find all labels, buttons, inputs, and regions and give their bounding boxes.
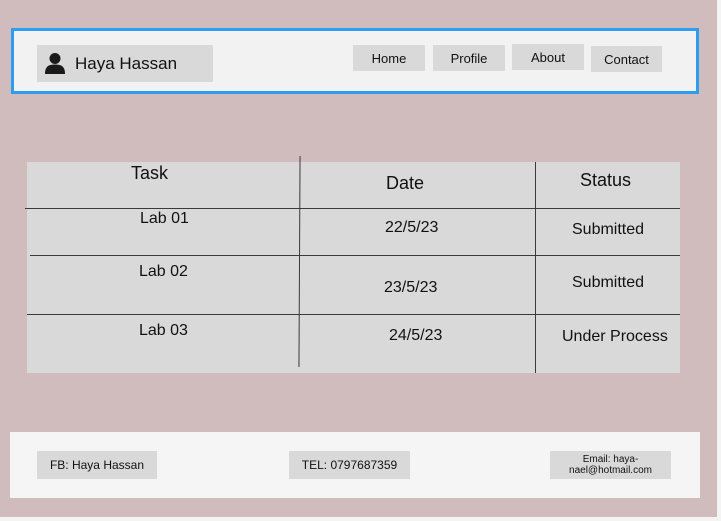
nav-about-button[interactable]: About [512,44,584,70]
footer-facebook[interactable]: FB: Haya Hassan [37,451,157,479]
task-cell: Lab 01 [140,210,189,227]
column-header-date: Date [386,173,425,193]
date-cell: 24/5/23 [389,327,443,344]
user-name: Haya Hassan [75,54,178,73]
column-header-task: Task [131,163,169,183]
column-divider [298,155,301,368]
status-cell: Under Process [562,328,668,345]
row-divider [30,255,680,256]
task-cell: Lab 02 [139,263,188,280]
task-table: Task Date Status Lab 01 22/5/23 Submitte… [25,155,680,373]
row-divider [27,314,680,315]
column-divider [535,162,536,373]
footer-phone[interactable]: TEL: 0797687359 [289,451,410,479]
page-edge-bottom [0,517,721,521]
nav-profile-button[interactable]: Profile [433,45,505,71]
task-cell: Lab 03 [139,322,188,339]
footer-bar: FB: Haya Hassan TEL: 0797687359 Email: h… [10,432,700,498]
date-cell: 22/5/23 [385,219,439,236]
user-brand: Haya Hassan [37,45,213,82]
footer-email[interactable]: Email: haya-nael@hotmail.com [550,451,671,479]
user-icon [45,53,65,74]
header-bar: Haya Hassan Home Profile About Contact [11,28,699,94]
date-cell: 23/5/23 [384,279,438,296]
status-cell: Submitted [572,274,645,291]
nav-home-button[interactable]: Home [353,45,425,71]
page-edge-right [717,0,721,521]
status-cell: Submitted [572,221,645,238]
nav-contact-button[interactable]: Contact [591,46,662,72]
row-divider [25,208,680,209]
column-header-status: Status [580,170,632,190]
